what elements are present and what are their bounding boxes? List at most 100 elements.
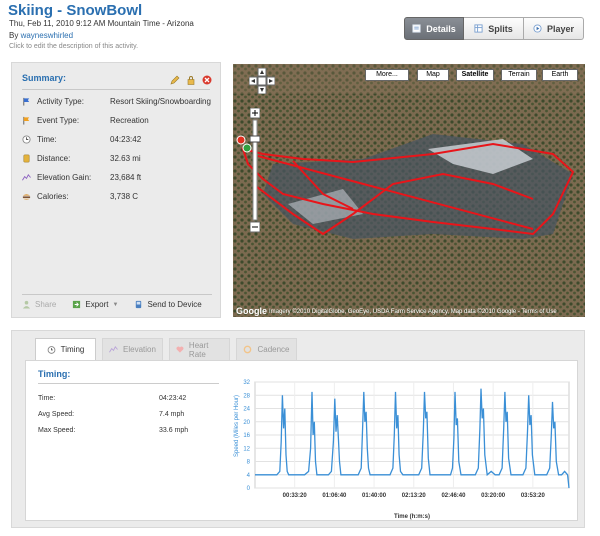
stat-value: Recreation [110, 116, 149, 125]
elevation-icon [22, 173, 31, 181]
tab-cadence-label: Cadence [257, 345, 290, 354]
distance-icon [23, 154, 30, 163]
x-tick-label: 02:46:40 [441, 493, 466, 499]
zoom-slider[interactable] [249, 107, 261, 233]
timing-panel: Timing: Time: 04:23:42 Avg Speed: 7.4 mp… [25, 360, 578, 521]
pencil-icon[interactable] [170, 72, 180, 85]
map-type-map[interactable]: Map [417, 69, 449, 81]
x-tick-label: 02:13:20 [402, 493, 427, 499]
tab-splits-label: Splits [488, 23, 513, 34]
event-flag-icon [23, 116, 30, 125]
y-tick-label: 28 [243, 393, 250, 399]
chart-tabs: Timing Elevation Heart Rate Cadence [35, 338, 297, 360]
tab-player[interactable]: Player [524, 17, 584, 40]
splits-icon [474, 24, 483, 33]
share-button[interactable]: Share [22, 300, 56, 309]
x-tick-label: 03:53:20 [521, 493, 546, 499]
stat-time: Time: 04:23:42 [22, 135, 218, 144]
delete-icon[interactable] [202, 72, 212, 85]
tab-heart-rate-label: Heart Rate [188, 340, 209, 359]
elevation-tab-icon [109, 345, 118, 353]
stat-label: Calories: [37, 192, 69, 201]
by-prefix: By [9, 31, 19, 40]
timing-label: Max Speed: [38, 427, 76, 434]
timing-row: Max Speed: 33.6 mph [38, 427, 219, 434]
satellite-map[interactable]: More... Map Satellite Terrain Earth Goog… [233, 64, 585, 317]
x-tick-label: 00:33:20 [283, 493, 308, 499]
summary-footer: Share Export ▼ Send to Device [22, 294, 212, 309]
description-hint[interactable]: Click to edit the description of this ac… [9, 43, 138, 50]
y-tick-label: 4 [247, 473, 251, 479]
stat-elevation-gain: Elevation Gain: 23,684 ft [22, 173, 218, 182]
charts-panel: Timing Elevation Heart Rate Cadence Timi… [11, 330, 585, 528]
details-icon [412, 24, 421, 33]
tab-timing-label: Timing [60, 345, 85, 354]
map-type-earth[interactable]: Earth [542, 69, 578, 81]
stat-label: Distance: [37, 154, 71, 163]
tab-splits[interactable]: Splits [464, 17, 524, 40]
y-tick-label: 20 [243, 420, 250, 426]
y-tick-label: 16 [243, 433, 250, 439]
speed-chart[interactable]: 0 4 8 12 16 20 24 28 32 00:33:20 01:06:40 01:40:00… [227, 374, 575, 522]
x-tick-label: 01:40:00 [362, 493, 387, 499]
user-link[interactable]: wayneswhirled [21, 31, 73, 40]
stat-label: Event Type: [37, 116, 80, 125]
tab-elevation-label: Elevation [123, 345, 156, 354]
y-axis-label: Speed (Miles per Hour) [234, 395, 240, 457]
tab-cadence[interactable]: Cadence [236, 338, 297, 360]
y-tick-label: 0 [247, 486, 251, 492]
timing-value: 04:23:42 [159, 395, 187, 402]
stat-value: Resort Skiing/Snowboarding [110, 97, 211, 106]
send-to-device-label: Send to Device [147, 300, 202, 309]
timing-value: 7.4 mph [159, 411, 185, 418]
timing-row: Avg Speed: 7.4 mph [38, 411, 219, 418]
x-tick-label: 01:06:40 [322, 493, 347, 499]
stat-distance: Distance: 32.63 mi [22, 154, 218, 163]
activity-title: Skiing - SnowBowl [8, 2, 143, 19]
share-icon [22, 300, 31, 309]
tab-elevation[interactable]: Elevation [102, 338, 163, 360]
summary-divider [22, 89, 210, 90]
stat-value: 32.63 mi [110, 154, 141, 163]
x-tick-label: 03:20:00 [481, 493, 506, 499]
stat-label: Time: [37, 135, 57, 144]
y-tick-label: 12 [243, 446, 250, 452]
device-icon [136, 300, 142, 309]
pan-control[interactable] [248, 67, 276, 95]
y-tick-label: 8 [247, 460, 251, 466]
tab-heart-rate[interactable]: Heart Rate [169, 338, 230, 360]
chevron-down-icon: ▼ [112, 301, 119, 308]
map-imagery [233, 64, 585, 317]
summary-actions [170, 72, 212, 85]
export-label: Export [85, 300, 109, 309]
clock-icon [22, 135, 31, 144]
activity-datetime: Thu, Feb 11, 2010 9:12 AM Mountain Time … [9, 19, 194, 28]
map-more-button[interactable]: More... [365, 69, 409, 81]
tab-details[interactable]: Details [404, 17, 464, 40]
stat-label: Elevation Gain: [37, 173, 92, 182]
summary-panel: Summary: Activity Type: Resort Skiing/Sn… [11, 62, 221, 318]
timing-value: 33.6 mph [159, 427, 189, 434]
export-icon [73, 300, 81, 309]
map-type-terrain[interactable]: Terrain [501, 69, 537, 81]
y-tick-label: 32 [243, 380, 250, 386]
map-copyright: Imagery ©2010 DigitalGlobe, GeoEye, USDA… [269, 309, 557, 315]
stat-calories: Calories: 3,738 C [22, 192, 218, 201]
export-button[interactable]: Export ▼ [72, 300, 118, 309]
stat-activity-type: Activity Type: Resort Skiing/Snowboardin… [22, 97, 218, 106]
stat-value: 23,684 ft [110, 173, 142, 182]
send-to-device-button[interactable]: Send to Device [134, 300, 202, 309]
google-logo[interactable]: Google [236, 306, 267, 316]
timing-label: Time: [38, 395, 56, 402]
timing-divider [38, 383, 219, 384]
byline: By wayneswhirled [9, 31, 73, 40]
tab-player-label: Player [546, 23, 575, 34]
timing-heading: Timing: [38, 369, 71, 379]
summary-heading: Summary: [22, 73, 67, 83]
lock-icon[interactable] [186, 72, 196, 85]
map-type-satellite[interactable]: Satellite [456, 69, 494, 81]
tab-timing[interactable]: Timing [35, 338, 96, 360]
stat-label: Activity Type: [37, 97, 84, 106]
activity-flag-icon [23, 97, 30, 106]
cadence-icon [244, 345, 252, 354]
